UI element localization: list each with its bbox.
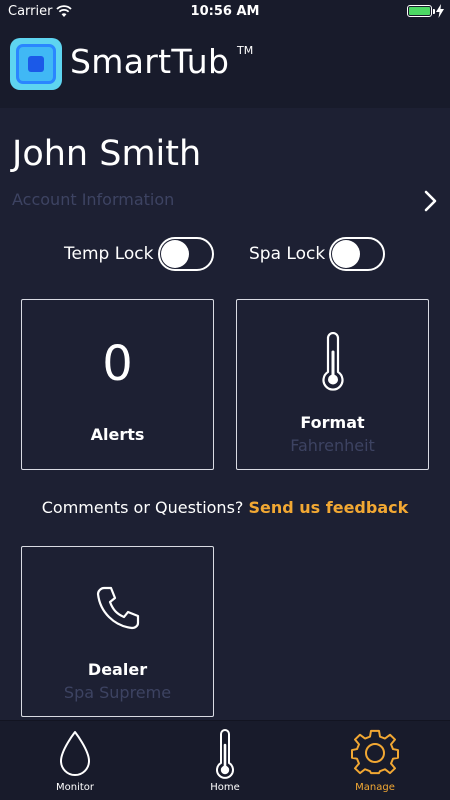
status-bar: Carrier 10:56 AM — [0, 0, 450, 24]
smarttub-logo-icon — [10, 38, 62, 90]
phone-icon — [96, 586, 139, 630]
format-value: Fahrenheit — [290, 436, 375, 455]
battery-icon — [407, 5, 435, 17]
toggle-knob — [332, 240, 360, 268]
tab-home[interactable]: Home — [150, 721, 300, 800]
thermometer-icon — [216, 729, 234, 779]
spa-lock-toggle[interactable] — [329, 237, 385, 271]
chevron-right-icon[interactable] — [418, 188, 442, 214]
account-information-link[interactable]: Account Information — [12, 190, 174, 209]
temp-lock-label: Temp Lock — [64, 244, 154, 264]
temp-lock-toggle[interactable] — [158, 237, 214, 271]
water-drop-icon — [60, 731, 90, 776]
format-card[interactable]: Format Fahrenheit — [236, 299, 429, 470]
app-title: SmartTub — [70, 42, 230, 81]
feedback-line: Comments or Questions? Send us feedback — [0, 498, 450, 517]
feedback-prompt: Comments or Questions? — [41, 498, 244, 517]
thermometer-icon — [321, 332, 344, 391]
tab-bar: Monitor Home Manage — [0, 720, 450, 800]
alerts-label: Alerts — [90, 425, 145, 444]
user-name: John Smith — [12, 134, 202, 174]
tab-home-label: Home — [210, 782, 240, 793]
dealer-card[interactable]: Dealer Spa Supreme — [21, 546, 214, 717]
alerts-count: 0 — [102, 336, 133, 392]
status-time: 10:56 AM — [190, 4, 260, 19]
manage-screen: Carrier 10:56 AM SmartTub TM John Smith … — [0, 0, 450, 800]
tab-monitor[interactable]: Monitor — [0, 721, 150, 800]
toggle-knob — [161, 240, 189, 268]
dealer-value: Spa Supreme — [63, 683, 172, 702]
tab-monitor-label: Monitor — [55, 782, 94, 793]
app-header: SmartTub TM — [0, 24, 450, 108]
alerts-card[interactable]: 0 Alerts — [21, 299, 214, 470]
charging-icon — [436, 4, 444, 18]
tab-manage-label: Manage — [355, 782, 395, 793]
tab-manage[interactable]: Manage — [300, 721, 450, 800]
gear-icon — [351, 729, 399, 775]
dealer-label: Dealer — [87, 660, 148, 679]
spa-lock-label: Spa Lock — [249, 244, 326, 264]
format-label: Format — [300, 413, 365, 432]
trademark-mark: TM — [237, 44, 254, 57]
send-feedback-link[interactable]: Send us feedback — [248, 498, 408, 517]
